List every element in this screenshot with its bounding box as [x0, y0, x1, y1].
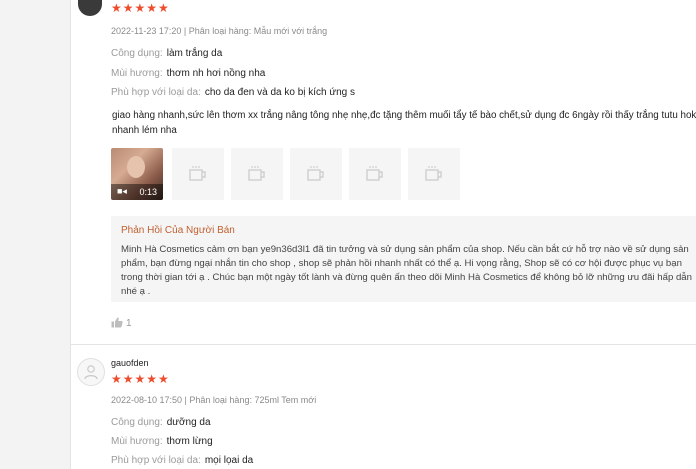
review-image-thumbnail[interactable] [290, 148, 342, 200]
seller-reply-title: Phản Hồi Của Người Bán [121, 225, 235, 236]
rating-stars: ★★★★★ [111, 372, 170, 386]
video-duration: 0:13 [139, 187, 157, 197]
attribute-value: cho da đen và da ko bị kích ứng s [204, 87, 355, 98]
attribute-value: dưỡng da [166, 417, 211, 428]
review-image-thumbnail[interactable] [231, 148, 283, 200]
attribute-usage: Công dụng: dưỡng da [111, 417, 211, 428]
video-preview-figure [127, 156, 145, 178]
review-meta: 2022-11-23 17:20 | Phân loại hàng: Mẫu m… [111, 26, 328, 36]
attribute-value: thơm lừng [166, 436, 213, 447]
attribute-skin-type: Phù hợp với loại da: cho da đen và da ko … [111, 87, 355, 98]
attribute-label: Phù hợp với loại da: [111, 455, 201, 466]
image-placeholder-icon [189, 166, 206, 181]
attribute-label: Mùi hương: [111, 436, 163, 447]
image-placeholder-icon [366, 166, 383, 181]
review-video-thumbnail[interactable]: ■◂ 0:13 [111, 148, 163, 200]
like-button[interactable]: 1 [111, 317, 132, 329]
avatar[interactable] [77, 358, 105, 386]
reviewer-username[interactable]: gauofden [111, 358, 149, 368]
attribute-value: làm trắng da [166, 48, 223, 59]
review-image-thumbnail[interactable] [349, 148, 401, 200]
review-meta: 2022-08-10 17:50 | Phân loại hàng: 725ml… [111, 395, 317, 405]
attribute-label: Công dụng: [111, 417, 163, 428]
attribute-value: thơm nh hơi nồng nha [166, 68, 266, 79]
review-image-thumbnail[interactable] [172, 148, 224, 200]
page-background-left [0, 0, 70, 469]
thumbs-up-icon [111, 317, 123, 328]
rating-stars: ★★★★★ [111, 1, 170, 15]
video-camera-icon: ■◂ [117, 186, 127, 196]
attribute-skin-type: Phù hợp với loại da: mọi lọai da [111, 455, 253, 466]
seller-reply-text: Minh Hà Cosmetics cảm ơn bạn ye9n36d3l1 … [121, 244, 692, 297]
attribute-label: Phù hợp với loại da: [111, 87, 201, 98]
review-divider [70, 344, 696, 345]
attribute-label: Công dụng: [111, 48, 163, 59]
attribute-label: Mùi hương: [111, 68, 163, 79]
image-placeholder-icon [307, 166, 324, 181]
attribute-scent: Mùi hương: thơm nh hơi nồng nha [111, 68, 265, 79]
review-image-thumbnail[interactable] [408, 148, 460, 200]
image-placeholder-icon [425, 166, 442, 181]
attribute-scent: Mùi hương: thơm lừng [111, 436, 213, 447]
image-placeholder-icon [248, 166, 265, 181]
default-user-icon [84, 365, 98, 380]
like-count: 1 [126, 318, 132, 329]
seller-reply: Phản Hồi Của Người Bán Minh Hà Cosmetics… [111, 216, 696, 302]
attribute-value: mọi lọai da [204, 455, 254, 466]
review-comment: giao hàng nhanh,sức lên thơm xx trắng nâ… [112, 110, 696, 136]
attribute-usage: Công dụng: làm trắng da [111, 48, 222, 59]
